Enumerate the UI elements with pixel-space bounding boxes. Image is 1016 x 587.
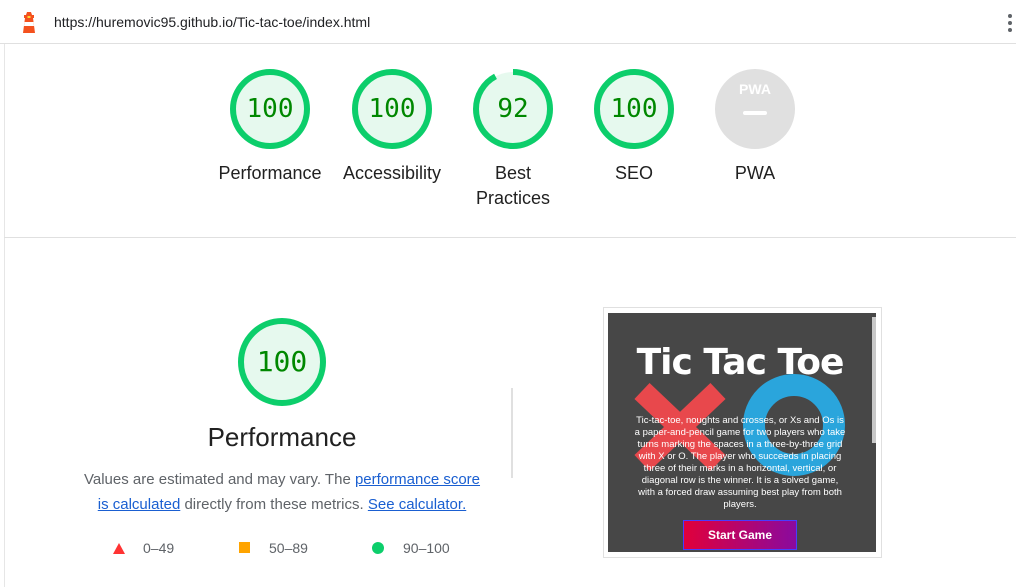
lighthouse-icon xyxy=(23,12,35,33)
best-practices-label-line1: Best xyxy=(494,163,532,183)
performance-score: 100 xyxy=(246,94,294,124)
desc-middle: directly from these metrics. xyxy=(180,496,368,513)
accessibility-score: 100 xyxy=(368,94,416,124)
best-practices-score: 92 xyxy=(497,94,529,124)
accessibility-gauge[interactable]: 100 xyxy=(350,67,434,151)
pwa-badge-text: PWA xyxy=(739,81,771,97)
kebab-menu-icon[interactable] xyxy=(1006,14,1014,34)
performance-big-score: 100 xyxy=(256,345,308,378)
legend-average-range: 50–89 xyxy=(269,540,308,556)
top-bar: https://huremovic95.github.io/Tic-tac-to… xyxy=(0,0,1016,44)
performance-description: Values are estimated and may vary. The p… xyxy=(72,467,492,517)
final-screenshot: Tic Tac Toe Tic-tac-toe, noughts and cro… xyxy=(608,313,876,552)
seo-label[interactable]: SEO xyxy=(569,161,699,186)
game-description: Tic-tac-toe, noughts and crosses, or Xs … xyxy=(634,415,846,510)
legend-pass-range: 90–100 xyxy=(403,540,450,556)
start-game-button: Start Game xyxy=(683,520,797,550)
accessibility-label[interactable]: Accessibility xyxy=(327,161,457,186)
pwa-dash-icon xyxy=(743,111,767,115)
best-practices-label[interactable]: Best Practices xyxy=(448,161,578,211)
panel-left-border xyxy=(4,44,5,587)
performance-gauge[interactable]: 100 xyxy=(228,67,312,151)
performance-title: Performance xyxy=(207,422,357,452)
game-title: Tic Tac Toe xyxy=(636,342,845,383)
seo-gauge[interactable]: 100 xyxy=(592,67,676,151)
section-divider xyxy=(4,237,1016,238)
legend-fail-range: 0–49 xyxy=(143,540,175,556)
performance-score-link[interactable]: performance score xyxy=(355,471,480,488)
best-practices-label-line2: Practices xyxy=(475,188,551,208)
best-practices-gauge[interactable]: 92 xyxy=(471,67,555,151)
vertical-divider xyxy=(511,388,513,478)
pwa-label[interactable]: PWA xyxy=(690,161,820,186)
is-calculated-link[interactable]: is calculated xyxy=(98,496,181,513)
pwa-badge[interactable]: PWA xyxy=(715,69,795,149)
seo-score: 100 xyxy=(610,94,658,124)
desc-prefix: Values are estimated and may vary. The xyxy=(83,471,355,488)
red-triangle-icon xyxy=(113,543,125,554)
performance-big-gauge: 100 xyxy=(236,316,328,408)
page-url[interactable]: https://huremovic95.github.io/Tic-tac-to… xyxy=(54,14,370,30)
performance-label[interactable]: Performance xyxy=(205,161,335,186)
orange-square-icon xyxy=(239,542,250,553)
see-calculator-link[interactable]: See calculator. xyxy=(368,496,466,513)
green-circle-icon xyxy=(372,542,384,554)
